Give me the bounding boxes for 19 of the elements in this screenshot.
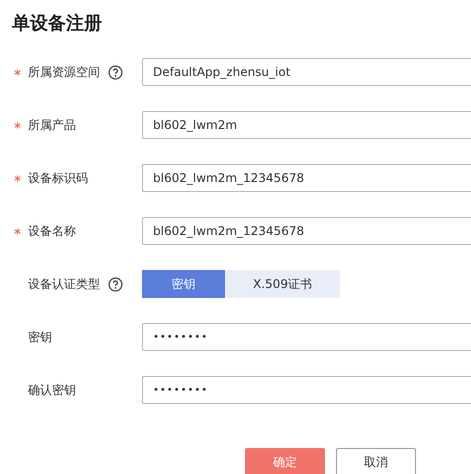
field-label: 设备标识码 [28,170,88,187]
auth-type-tab[interactable]: X.509证书 [225,270,340,298]
page-title: 单设备注册 [12,12,102,36]
field-label: 所属产品 [28,117,76,134]
input-field[interactable]: bl602_lwm2m [142,111,471,139]
input-field[interactable]: bl602_lwm2m_12345678 [142,164,471,192]
field-label: 密钥 [28,329,52,346]
help-icon[interactable] [108,64,123,80]
input-field[interactable]: bl602_lwm2m_12345678 [142,217,471,245]
field-label: 所属资源空间 [28,64,100,81]
password-field[interactable]: •••••••• [142,323,471,351]
auth-type-tab[interactable]: 密钥 [142,270,225,298]
field-label: 确认密钥 [28,382,76,399]
cancel-button[interactable]: 取消 [336,448,416,474]
password-field[interactable]: •••••••• [142,376,471,404]
help-icon[interactable] [108,276,123,292]
input-field[interactable]: DefaultApp_zhensu_iot [142,58,471,86]
field-label: 设备名称 [28,223,76,240]
field-label: 设备认证类型 [28,276,100,293]
